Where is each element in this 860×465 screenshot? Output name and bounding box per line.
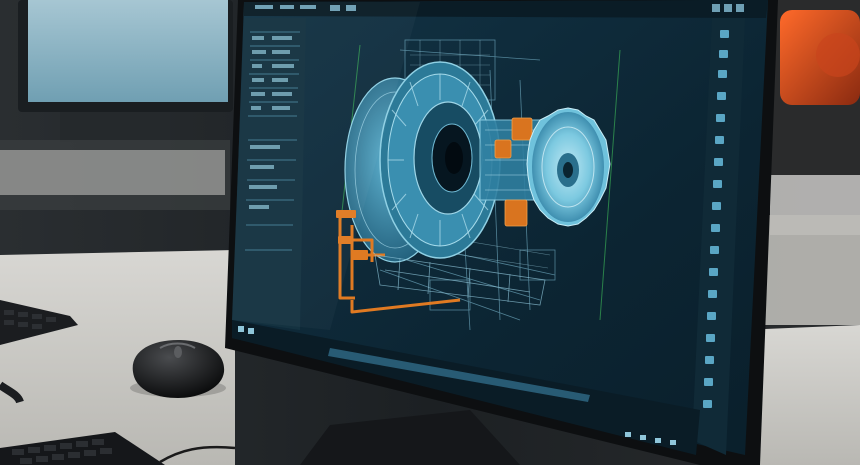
scene-svg	[0, 0, 860, 465]
background-orange-object	[770, 0, 860, 235]
photo-scene	[0, 0, 860, 465]
background-desk-surface	[0, 150, 225, 195]
computer-mouse-icon	[130, 340, 226, 398]
